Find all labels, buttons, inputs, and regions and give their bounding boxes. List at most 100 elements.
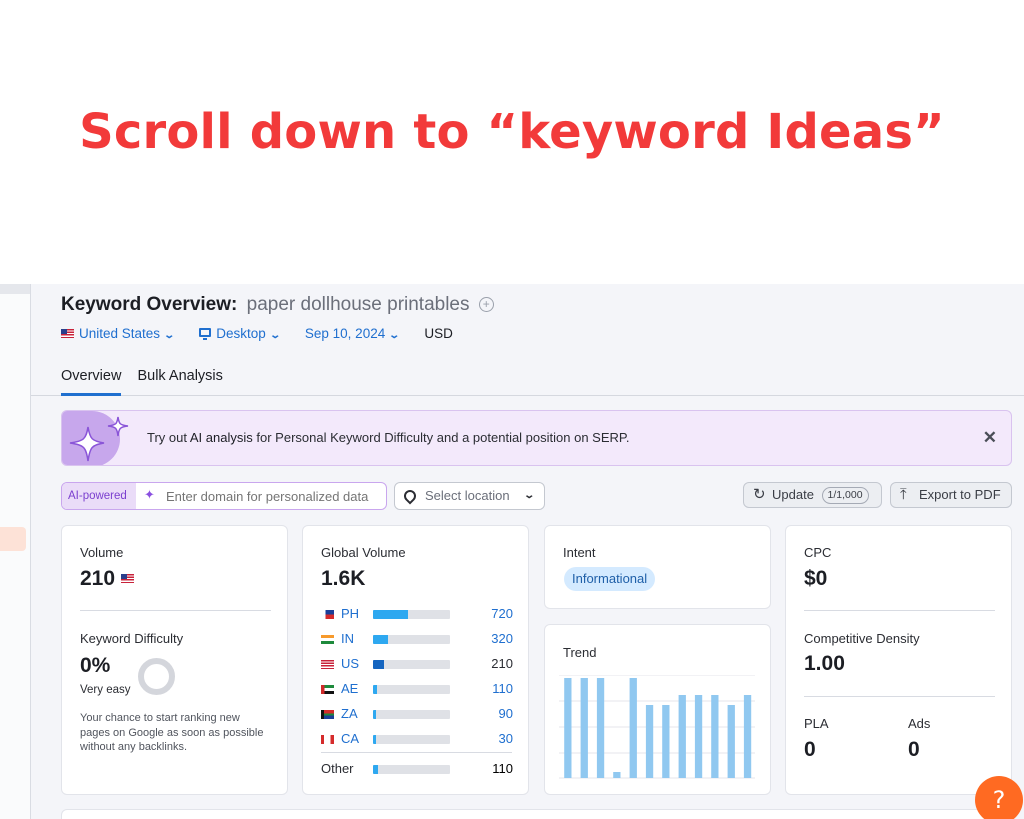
device-select[interactable]: Desktop ⌄	[199, 326, 281, 341]
country-code[interactable]: AE	[341, 681, 358, 696]
location-select[interactable]: Select location ⌄	[394, 482, 545, 510]
close-icon[interactable]: ✕	[983, 428, 997, 448]
country-bar-fill	[373, 685, 377, 694]
plus-circle-icon[interactable]: +	[478, 297, 494, 312]
pla-value: 0	[804, 738, 816, 761]
ai-promo-banner: Try out AI analysis for Personal Keyword…	[61, 410, 1012, 466]
country-bar-fill	[373, 765, 378, 774]
question-icon: ?	[992, 786, 1006, 814]
country-volume-value[interactable]: 30	[499, 731, 513, 746]
intent-card: Intent Informational	[544, 525, 771, 609]
trend-bar[interactable]	[629, 678, 637, 778]
country-bar-fill	[373, 735, 376, 744]
kd-rating: Very easy	[80, 684, 131, 696]
page-title: Keyword Overview: paper dollhouse printa…	[61, 294, 494, 316]
ai-powered-tag: AI-powered	[62, 483, 136, 509]
other-row-wrap: Other 110	[321, 759, 513, 784]
upload-icon: ⤒	[900, 486, 907, 503]
trend-label: Trend	[563, 645, 597, 660]
global-volume-card: Global Volume 1.6K PH 720 IN 320 US 210 AE 110 Z…	[302, 525, 529, 795]
country-code[interactable]: IN	[341, 631, 354, 646]
date-select[interactable]: Sep 10, 2024 ⌄	[305, 326, 401, 341]
trend-bar[interactable]	[694, 695, 703, 778]
banner-prefix: Try out	[147, 430, 187, 445]
trend-bar[interactable]	[596, 678, 605, 778]
in-flag-icon	[321, 635, 334, 644]
sparkle-icon	[69, 416, 129, 462]
country-volume-value: 210	[491, 656, 513, 671]
kd-label: Keyword Difficulty	[80, 631, 184, 646]
us-flag-icon	[61, 329, 74, 338]
country-code[interactable]: ZA	[341, 706, 358, 721]
country-row-other: Other 110	[321, 759, 513, 784]
headline: Scroll down to “keyword Ideas”	[79, 104, 945, 160]
country-volume-value[interactable]: 110	[492, 681, 513, 696]
country-bar	[373, 735, 450, 744]
trend-bar[interactable]	[564, 678, 572, 778]
country-volume-value[interactable]: 320	[491, 631, 513, 646]
country-code[interactable]: PH	[341, 606, 359, 621]
other-value: 110	[492, 761, 513, 776]
cpc-label: CPC	[804, 545, 832, 560]
currency-label: USD	[424, 326, 453, 341]
country-bar	[373, 765, 450, 774]
location-placeholder: Select location	[425, 488, 510, 503]
update-count-badge: 1/1,000	[821, 487, 869, 504]
country-select[interactable]: United States ⌄	[61, 326, 176, 341]
update-label: Update	[772, 487, 814, 502]
country-bar	[373, 635, 450, 644]
cd-label: Competitive Density	[804, 631, 920, 646]
country-bar-fill	[373, 635, 388, 644]
trend-bar[interactable]	[678, 695, 686, 778]
trend-bar[interactable]	[645, 705, 654, 778]
trend-bar[interactable]	[743, 695, 752, 778]
us-flag-icon	[321, 660, 334, 669]
toolbar-row: AI-powered ✦ Select location ⌄ ↻ Update …	[61, 482, 1012, 510]
country-volume-value[interactable]: 90	[499, 706, 513, 721]
banner-suffix: for Personal Keyword Difficulty and a po…	[256, 430, 630, 445]
intent-label: Intent	[563, 545, 596, 560]
tab-overview[interactable]: Overview	[61, 368, 122, 396]
page-header: Keyword Overview: paper dollhouse printa…	[31, 284, 1024, 396]
left-sidebar	[0, 284, 31, 819]
country-bar	[373, 660, 450, 669]
sidebar-active-item[interactable]	[0, 527, 26, 551]
sidebar-top-item[interactable]	[0, 284, 30, 294]
update-button[interactable]: ↻ Update 1/1,000	[743, 482, 882, 508]
tab-bulk-analysis[interactable]: Bulk Analysis	[137, 368, 222, 393]
kd-description: Your chance to start ranking new pages o…	[80, 712, 264, 753]
divider	[80, 610, 271, 611]
sparkle-art	[62, 411, 129, 465]
ph-flag-icon	[321, 610, 334, 619]
personalized-domain-field: AI-powered ✦	[61, 482, 387, 510]
country-code[interactable]: US	[341, 656, 359, 671]
ai-analysis-link[interactable]: AI analysis	[190, 430, 253, 445]
trend-bar[interactable]	[711, 695, 719, 778]
trend-bar[interactable]	[580, 678, 588, 778]
country-bar-fill	[373, 660, 384, 669]
country-code[interactable]: CA	[341, 731, 359, 746]
country-volume-list: PH 720 IN 320 US 210 AE 110 ZA 90 CA 30	[321, 604, 513, 754]
export-label: Export to PDF	[919, 487, 1001, 502]
country-bar	[373, 685, 450, 694]
country-volume-value[interactable]: 720	[491, 606, 513, 621]
ae-flag-icon	[321, 685, 334, 694]
domain-input[interactable]	[166, 483, 384, 509]
cpc-value: $0	[804, 567, 828, 590]
divider	[321, 752, 512, 753]
country-row-ca: CA 30	[321, 729, 513, 754]
chevron-down-icon: ⌄	[388, 330, 401, 341]
trend-bar[interactable]	[662, 705, 670, 778]
country-row-us: US 210	[321, 654, 513, 679]
filter-bar: United States ⌄ Desktop ⌄ Sep 10, 2024 ⌄ US…	[61, 326, 475, 341]
trend-bar[interactable]	[727, 705, 735, 778]
trend-bar[interactable]	[613, 772, 621, 778]
help-button[interactable]: ?	[975, 776, 1023, 819]
main-content: Keyword Overview: paper dollhouse printa…	[31, 284, 1024, 819]
kd-donut-chart	[138, 658, 175, 695]
chevron-down-icon: ⌄	[163, 330, 176, 341]
country-row-ae: AE 110	[321, 679, 513, 704]
country-row-in: IN 320	[321, 629, 513, 654]
volume-number: 210	[80, 567, 116, 590]
export-pdf-button[interactable]: ⤒ Export to PDF	[890, 482, 1012, 508]
